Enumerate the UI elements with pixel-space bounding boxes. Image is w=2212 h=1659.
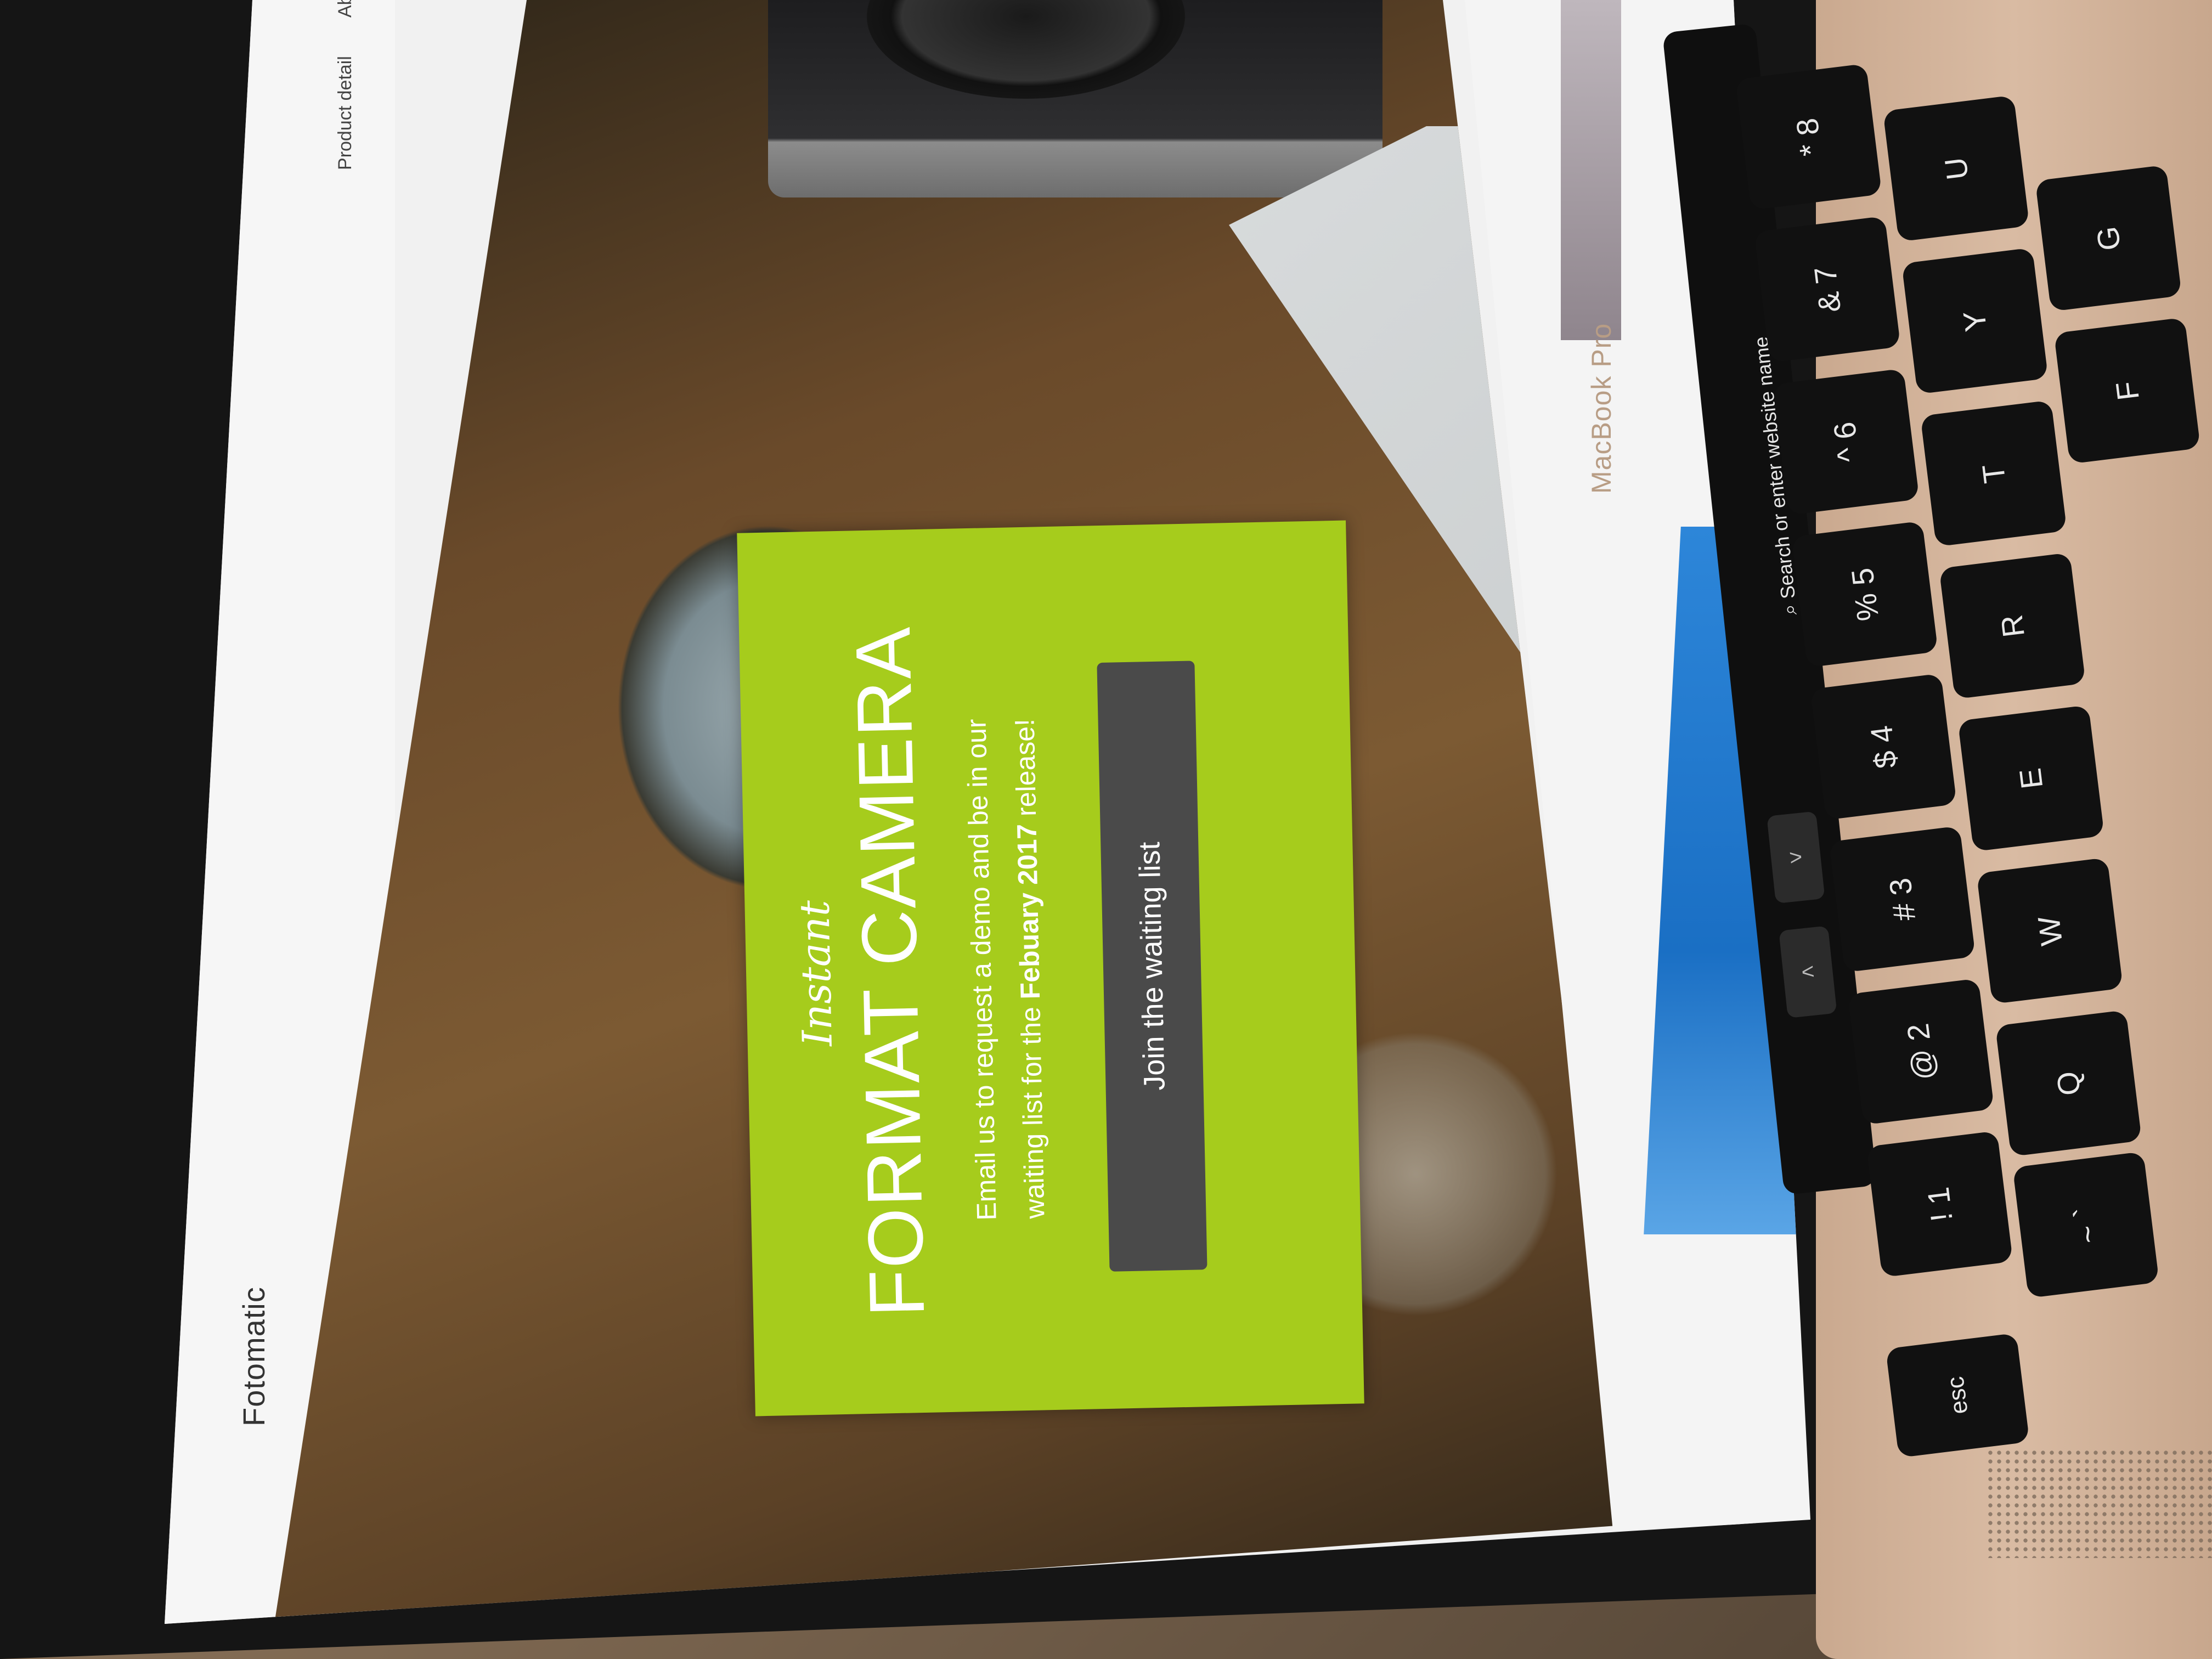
site-nav: Product detail Ab: [335, 0, 356, 170]
key-6[interactable]: ^ 6: [1773, 368, 1920, 515]
key-4[interactable]: $ 4: [1810, 673, 1957, 820]
promo-kicker: Instant: [791, 900, 842, 1047]
join-waiting-list-button[interactable]: Join the waiting list: [1097, 661, 1207, 1272]
key-esc[interactable]: esc: [1885, 1333, 2030, 1458]
promo-content: Instant FORMAT CAMERA Email us to reques…: [751, 534, 1350, 1402]
macbook-model-label: MacBook Pro: [1586, 323, 1617, 494]
key-3[interactable]: # 3: [1829, 826, 1976, 973]
key-e[interactable]: E: [1957, 704, 2104, 852]
key-g[interactable]: G: [2035, 165, 2182, 312]
key-f[interactable]: F: [2053, 317, 2201, 464]
speaker-grille: [1986, 1448, 2212, 1558]
chevron-right-icon: >: [1788, 844, 1804, 870]
nav-link-about[interactable]: Ab: [335, 0, 356, 18]
key-w[interactable]: W: [1976, 857, 2124, 1005]
key-t[interactable]: T: [1920, 400, 2067, 547]
site-logo[interactable]: Fotomatic: [236, 1286, 272, 1426]
key-q[interactable]: Q: [1995, 1009, 2142, 1157]
key-7[interactable]: & 7: [1754, 216, 1901, 363]
promo-card: Instant FORMAT CAMERA Email us to reques…: [737, 520, 1364, 1417]
key-backtick[interactable]: ~ `: [2012, 1151, 2159, 1299]
promo-text-line2-suffix: release!: [1009, 718, 1042, 825]
key-y[interactable]: Y: [1901, 247, 2049, 394]
promo-text-line2-prefix: waiting list for the: [1015, 998, 1051, 1220]
key-u[interactable]: U: [1882, 95, 2030, 242]
promo-title: FORMAT CAMERA: [839, 625, 941, 1318]
promo-text-line1: Email us to request a demo and be in our: [961, 718, 1002, 1221]
laptop-lid: Fotomatic Product detail Ab Instant FORM…: [0, 0, 1904, 1659]
nav-link-product-detail[interactable]: Product detail: [335, 56, 356, 170]
key-1[interactable]: ! 1: [1866, 1131, 2013, 1278]
promo-description: Email us to request a demo and be in our…: [951, 667, 1060, 1272]
thumbnail-image-top[interactable]: [1561, 0, 1621, 340]
key-r[interactable]: R: [1939, 552, 2086, 699]
chevron-left-icon: <: [1800, 959, 1816, 985]
key-5[interactable]: % 5: [1791, 521, 1938, 668]
promo-release-date: Febuary 2017: [1011, 823, 1046, 1000]
key-2[interactable]: @ 2: [1847, 978, 1995, 1125]
browser-viewport: Fotomatic Product detail Ab Instant FORM…: [165, 0, 1810, 1624]
key-8[interactable]: * 8: [1735, 63, 1882, 211]
